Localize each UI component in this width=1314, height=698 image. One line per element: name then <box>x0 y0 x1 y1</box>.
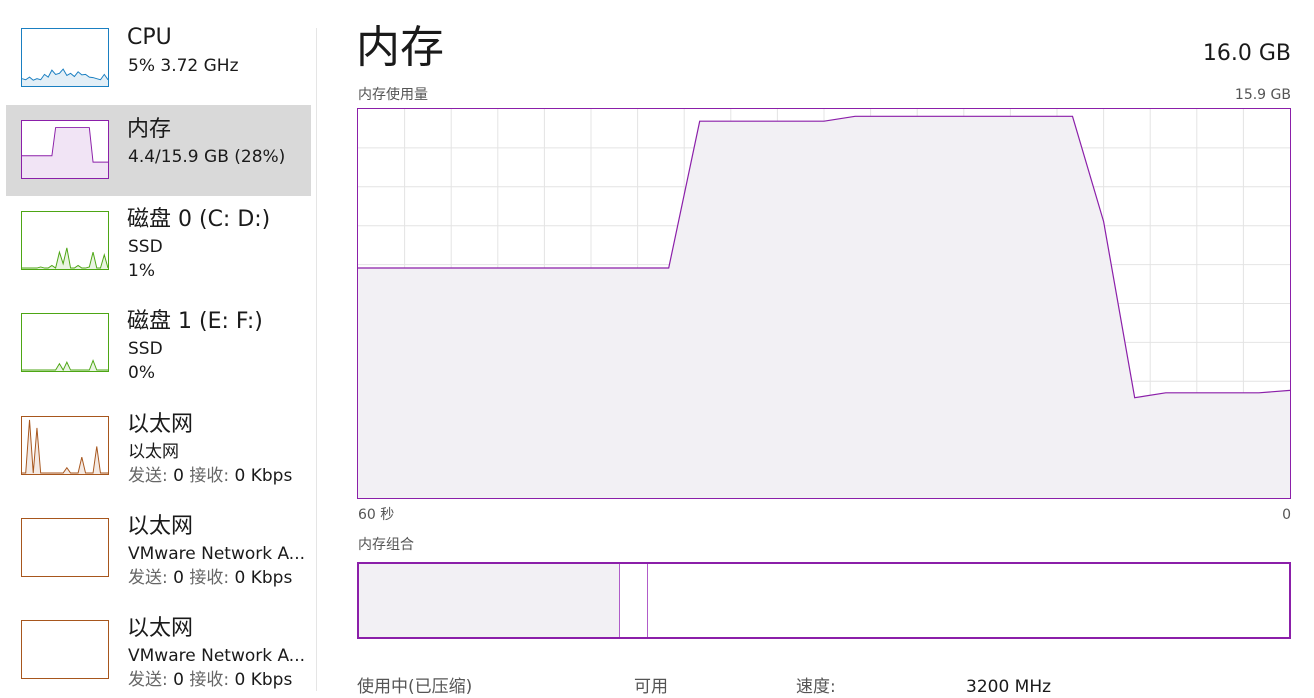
sidebar-item-adapter: 以太网 <box>128 442 179 462</box>
sidebar-item-ethernet-2[interactable]: 以太网 VMware Network A... 发送: 0 接收: 0 Kbps <box>6 502 311 593</box>
page-title: 内存 <box>356 22 444 73</box>
ethernet-1-mini-graph <box>21 416 109 475</box>
memory-usage-graph <box>357 108 1291 499</box>
sidebar-item-throughput: 发送: 0 接收: 0 Kbps <box>128 466 293 486</box>
sidebar-item-type: SSD <box>128 339 163 359</box>
ethernet-3-mini-graph <box>21 620 109 679</box>
disk-1-mini-graph <box>21 313 109 372</box>
sidebar-item-title: CPU <box>127 25 172 50</box>
sidebar-item-ethernet-1[interactable]: 以太网 以太网 发送: 0 接收: 0 Kbps <box>6 400 311 491</box>
memory-usage-chart <box>358 109 1290 498</box>
sidebar-item-detail: 4.4/15.9 GB (28%) <box>128 147 286 167</box>
memory-composition-bar[interactable] <box>357 562 1291 639</box>
sidebar-item-title: 磁盘 0 (C: D:) <box>127 207 271 232</box>
sidebar-item-title: 以太网 <box>127 412 194 437</box>
disk-0-mini-graph <box>21 211 109 270</box>
usage-graph-label: 内存使用量 <box>358 87 428 103</box>
composition-label: 内存组合 <box>358 537 414 553</box>
stat-speed-label: 速度: <box>796 677 836 697</box>
sidebar: CPU 5% 3.72 GHz 内存 4.4/15.9 GB (28%) 磁盘 … <box>0 0 316 691</box>
x-axis-start-label: 60 秒 <box>358 507 395 523</box>
sidebar-item-memory[interactable]: 内存 4.4/15.9 GB (28%) <box>6 105 311 196</box>
total-memory: 16.0 GB <box>1202 41 1291 66</box>
sidebar-item-detail: 0% <box>128 363 155 383</box>
sidebar-item-detail: 1% <box>128 261 155 281</box>
sidebar-item-title: 以太网 <box>127 616 194 641</box>
composition-in-use-segment <box>359 564 621 637</box>
ethernet-2-mini-graph <box>21 518 109 577</box>
sidebar-item-title: 磁盘 1 (E: F:) <box>127 309 263 334</box>
sidebar-divider <box>316 28 317 691</box>
sidebar-item-ethernet-3[interactable]: 以太网 VMware Network A... 发送: 0 接收: 0 Kbps <box>6 604 311 695</box>
sidebar-item-adapter: VMware Network A... <box>128 544 306 564</box>
sidebar-item-throughput: 发送: 0 接收: 0 Kbps <box>128 568 293 588</box>
sidebar-item-title: 以太网 <box>127 514 194 539</box>
sidebar-item-disk-0[interactable]: 磁盘 0 (C: D:) SSD 1% <box>6 196 311 287</box>
composition-modified-segment <box>619 564 649 637</box>
stat-available-label: 可用 <box>634 677 668 697</box>
sidebar-item-throughput: 发送: 0 接收: 0 Kbps <box>128 670 293 690</box>
stat-speed-value: 3200 MHz <box>966 677 1052 697</box>
sidebar-item-type: SSD <box>128 237 163 257</box>
sidebar-item-title: 内存 <box>127 117 172 142</box>
usage-graph-max: 15.9 GB <box>1234 87 1291 103</box>
memory-mini-graph <box>21 120 109 179</box>
mini-graph-fill <box>22 127 108 178</box>
cpu-mini-graph <box>21 28 109 87</box>
stat-in-use-label: 使用中(已压缩) <box>357 677 473 697</box>
sidebar-item-detail: 5% 3.72 GHz <box>128 56 239 76</box>
sidebar-item-disk-1[interactable]: 磁盘 1 (E: F:) SSD 0% <box>6 298 311 389</box>
x-axis-end-label: 0 <box>1282 507 1291 523</box>
sidebar-item-cpu[interactable]: CPU 5% 3.72 GHz <box>6 3 311 94</box>
sidebar-item-adapter: VMware Network A... <box>128 646 306 666</box>
mini-graph-fill <box>22 247 108 269</box>
